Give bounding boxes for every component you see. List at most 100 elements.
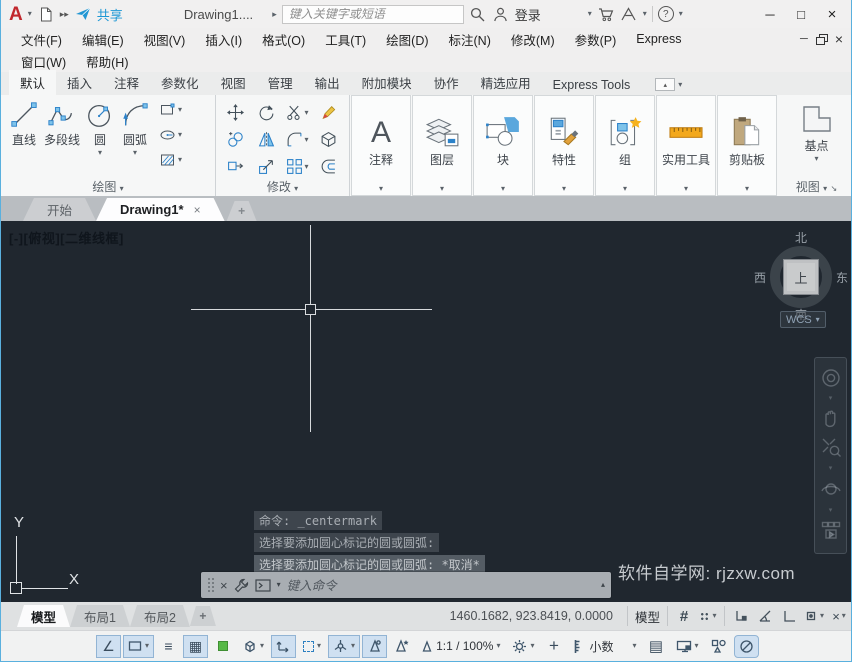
menu-window[interactable]: 窗口(W) bbox=[11, 52, 76, 71]
osnap-toggle[interactable]: ▾ bbox=[801, 604, 827, 628]
fillet-button[interactable]: ▾ bbox=[282, 126, 313, 153]
gizmo-toggle[interactable]: ▾ bbox=[328, 634, 361, 658]
ribbon-tab-collaborate[interactable]: 协作 bbox=[423, 70, 470, 95]
osnap-tracking-toggle[interactable] bbox=[777, 604, 801, 628]
ribbon-tab-featured[interactable]: 精选应用 bbox=[470, 70, 542, 95]
file-tab-start[interactable]: 开始 bbox=[23, 198, 96, 221]
menu-edit[interactable]: 编辑(E) bbox=[72, 30, 134, 49]
group-panel[interactable]: 组 ▾ bbox=[595, 95, 655, 196]
utilities-panel[interactable]: 实用工具 ▾ bbox=[656, 95, 716, 196]
share-icon[interactable] bbox=[74, 5, 92, 23]
layers-expand-icon[interactable]: ▾ bbox=[440, 185, 444, 193]
showmotion-icon[interactable] bbox=[820, 520, 842, 542]
explode-button[interactable] bbox=[313, 126, 344, 153]
mdi-minimize-icon[interactable]: ─ bbox=[800, 33, 808, 45]
close-button[interactable]: × bbox=[819, 4, 845, 24]
dynamic-input-toggle[interactable]: ▾ bbox=[123, 634, 155, 658]
ribbon-tab-annotate[interactable]: 注释 bbox=[103, 70, 150, 95]
utilities-expand-icon[interactable]: ▾ bbox=[684, 185, 688, 193]
view-dialog-launcher-icon[interactable]: ↘ bbox=[831, 184, 838, 193]
trim-button[interactable]: ▾ bbox=[282, 99, 313, 126]
circle-button[interactable]: 圆 ▾ bbox=[85, 100, 115, 157]
ellipse-caret-icon[interactable]: ▾ bbox=[178, 131, 182, 139]
mdi-restore-icon[interactable] bbox=[815, 34, 828, 45]
arc-caret-icon[interactable]: ▾ bbox=[133, 149, 137, 157]
menu-view[interactable]: 视图(V) bbox=[134, 30, 196, 49]
ribbon-tab-parametric[interactable]: 参数化 bbox=[150, 70, 210, 95]
zoom-caret-icon[interactable]: ▾ bbox=[829, 464, 833, 472]
layout1-tab[interactable]: 布局1 bbox=[70, 605, 130, 627]
menu-file[interactable]: 文件(F) bbox=[11, 30, 72, 49]
maximize-button[interactable]: □ bbox=[788, 4, 814, 24]
command-prompt-icon[interactable] bbox=[254, 578, 271, 592]
file-tab-close-icon[interactable]: × bbox=[194, 203, 201, 217]
command-line[interactable]: × ▾ ▴ bbox=[201, 572, 611, 598]
rectangle-caret-icon[interactable]: ▾ bbox=[178, 106, 182, 114]
circle-caret-icon[interactable]: ▾ bbox=[98, 149, 102, 157]
minimize-button[interactable]: ─ bbox=[757, 4, 783, 24]
ribbon-tab-addins[interactable]: 附加模块 bbox=[351, 70, 423, 95]
autodesk-app-icon[interactable] bbox=[620, 5, 638, 23]
autocad-logo[interactable]: A bbox=[9, 5, 23, 24]
menu-draw[interactable]: 绘图(D) bbox=[376, 30, 438, 49]
block-expand-icon[interactable]: ▾ bbox=[501, 185, 505, 193]
workspace-switching-button[interactable]: ▾ bbox=[507, 635, 539, 658]
ribbon-tab-view[interactable]: 视图 bbox=[210, 70, 257, 95]
navwheel-icon[interactable] bbox=[820, 368, 842, 388]
units-dropdown[interactable]: 小数 ▾ bbox=[568, 635, 641, 658]
login-label[interactable]: 登录 bbox=[515, 5, 541, 24]
transparency-toggle[interactable]: ▦ bbox=[183, 634, 209, 658]
rotate-button[interactable] bbox=[251, 99, 282, 126]
ribbon-tab-express[interactable]: Express Tools bbox=[542, 75, 642, 95]
ortho-toggle[interactable] bbox=[729, 604, 753, 628]
draw-panel-label[interactable]: 绘图 ▾ bbox=[1, 178, 215, 195]
ribbon-tab-insert[interactable]: 插入 bbox=[56, 70, 103, 95]
modify-panel-label[interactable]: 修改 ▾ bbox=[216, 178, 349, 195]
annotation-expand-icon[interactable]: ▾ bbox=[379, 185, 383, 193]
orbit-caret-icon[interactable]: ▾ bbox=[829, 506, 833, 514]
block-panel[interactable]: 块 ▾ bbox=[473, 95, 533, 196]
viewport-controls[interactable]: [-][俯视][二维线框] bbox=[9, 228, 124, 247]
ribbon-collapse-caret-icon[interactable]: ▾ bbox=[678, 80, 682, 89]
erase-button[interactable] bbox=[313, 99, 344, 126]
new-drawing-tab-button[interactable]: + bbox=[227, 201, 257, 221]
clipboard-expand-icon[interactable]: ▾ bbox=[745, 185, 749, 193]
annotation-monitor-button[interactable]: + bbox=[541, 635, 566, 658]
polyline-button[interactable]: 多段线 bbox=[44, 100, 80, 148]
viewcube-top-face[interactable]: 上 bbox=[783, 259, 819, 295]
search-input[interactable] bbox=[281, 4, 464, 24]
hardware-acceleration-toggle[interactable] bbox=[733, 634, 759, 658]
viewcube-west[interactable]: 西 bbox=[754, 269, 766, 286]
new-layout-button[interactable]: + bbox=[190, 606, 216, 626]
app-store-cart-icon[interactable] bbox=[597, 5, 615, 23]
osnap-3d-toggle[interactable]: × ▾ bbox=[827, 604, 851, 628]
array-caret-icon[interactable]: ▾ bbox=[304, 162, 308, 171]
command-input[interactable] bbox=[286, 577, 595, 593]
rectangle-button[interactable]: ▾ bbox=[159, 102, 182, 118]
ribbon-collapse-icon[interactable]: ▴ bbox=[655, 78, 676, 91]
mirror-button[interactable] bbox=[251, 126, 282, 153]
menu-help[interactable]: 帮助(H) bbox=[76, 52, 138, 71]
share-label[interactable]: 共享 bbox=[97, 5, 123, 24]
stretch-button[interactable] bbox=[220, 153, 251, 180]
menu-insert[interactable]: 插入(I) bbox=[195, 30, 252, 49]
login-caret-icon[interactable]: ▾ bbox=[588, 10, 592, 18]
model-tab[interactable]: 模型 bbox=[17, 605, 70, 627]
copy-button[interactable] bbox=[220, 126, 251, 153]
title-caret-icon[interactable]: ▸ bbox=[272, 9, 277, 19]
ellipse-button[interactable]: ▾ bbox=[159, 127, 182, 143]
hatch-button[interactable]: ▾ bbox=[159, 152, 182, 168]
isolate-objects-button[interactable] bbox=[706, 635, 732, 658]
mdi-close-icon[interactable]: × bbox=[835, 31, 843, 47]
menu-format[interactable]: 格式(O) bbox=[252, 30, 315, 49]
group-expand-icon[interactable]: ▾ bbox=[623, 185, 627, 193]
fillet-caret-icon[interactable]: ▾ bbox=[304, 135, 308, 144]
polar-snap-toggle[interactable]: ∠ bbox=[96, 634, 121, 658]
dynamic-ucs-toggle[interactable]: ▾ bbox=[237, 635, 269, 658]
viewcube-east[interactable]: 东 bbox=[836, 269, 848, 286]
quick-properties-palette-button[interactable]: ▤ bbox=[644, 635, 669, 658]
ui-lock-control[interactable]: ▾ bbox=[671, 635, 704, 658]
autodesk-caret-icon[interactable]: ▾ bbox=[643, 10, 647, 18]
base-caret-icon[interactable]: ▾ bbox=[814, 155, 818, 163]
array-button[interactable]: ▾ bbox=[282, 153, 313, 180]
